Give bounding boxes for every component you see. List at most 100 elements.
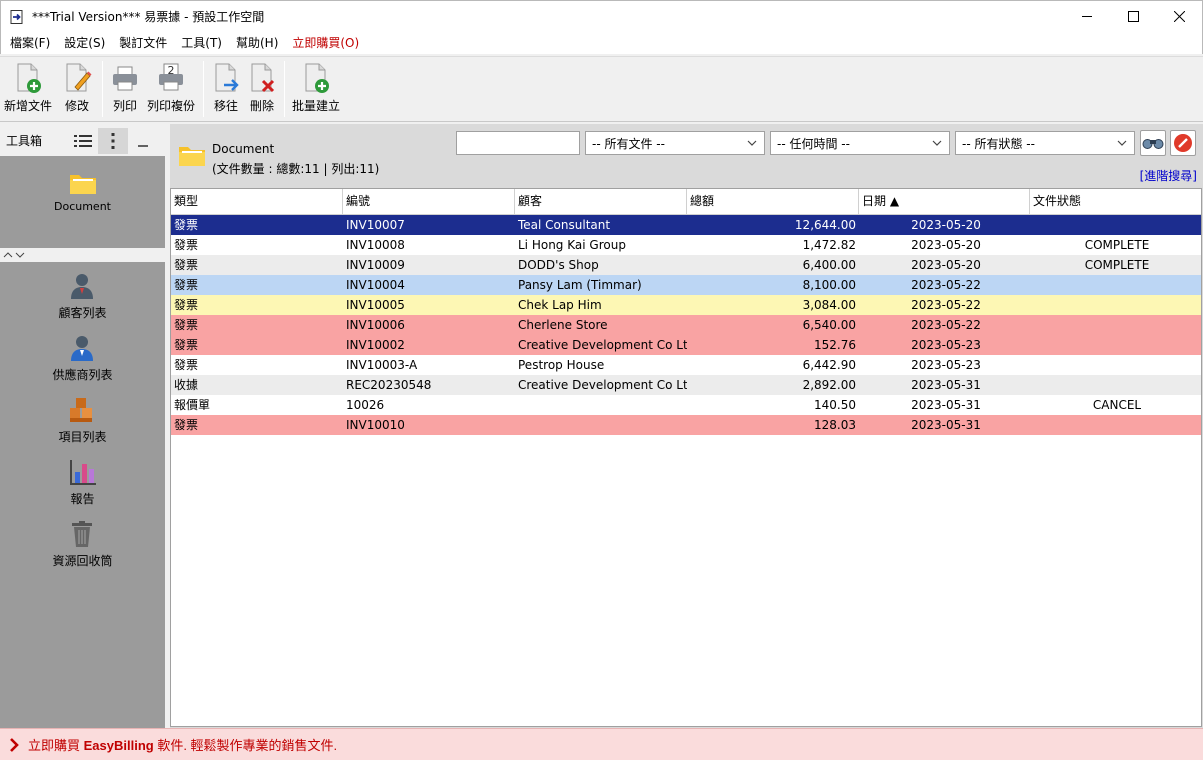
menu-tools[interactable]: 工具(T) xyxy=(175,32,228,54)
close-button[interactable] xyxy=(1156,1,1202,32)
cell-customer: Creative Development Co Ltd xyxy=(518,338,687,352)
list-view-button[interactable] xyxy=(68,128,98,154)
column-header-customer[interactable]: 顧客 xyxy=(515,189,687,214)
cell-date: 2023-05-20 xyxy=(911,238,981,252)
document-type-filter[interactable]: -- 所有文件 -- xyxy=(585,131,765,155)
menu-create-document[interactable]: 製訂文件 xyxy=(113,32,173,54)
cell-number: INV10006 xyxy=(346,318,405,332)
items-icon xyxy=(70,398,93,422)
menu-settings[interactable]: 設定(S) xyxy=(58,32,111,54)
new-document-button[interactable]: 新增文件 xyxy=(0,57,56,119)
cell-date: 2023-05-31 xyxy=(911,398,981,412)
toolbox-item-customers[interactable]: 顧客列表 xyxy=(58,272,107,334)
list-view-icon xyxy=(74,135,92,147)
cell-date: 2023-05-31 xyxy=(911,378,981,392)
cell-type: 發票 xyxy=(174,258,199,272)
cell-status xyxy=(1030,355,1201,375)
table-row[interactable]: 報價單 10026 140.50 2023-05-31 CANCEL xyxy=(171,395,1201,415)
maximize-button[interactable] xyxy=(1110,1,1156,32)
delete-button[interactable]: 刪除 xyxy=(244,57,280,119)
menu-buy-now[interactable]: 立即購買(O) xyxy=(286,32,365,54)
app-icon xyxy=(10,9,23,24)
time-filter-value: -- 任何時間 -- xyxy=(777,136,850,151)
status-filter[interactable]: -- 所有狀態 -- xyxy=(955,131,1135,155)
cell-total: 6,442.90 xyxy=(802,358,856,372)
print-copies-label: 列印複份 xyxy=(146,99,195,113)
move-icon xyxy=(215,63,239,92)
move-label: 移往 xyxy=(213,99,238,113)
table-row[interactable]: 發票 INV10003-A Pestrop House 6,442.90 2023-05… xyxy=(171,355,1201,375)
minimize-button[interactable] xyxy=(1064,1,1110,32)
cell-customer: Chek Lap Him xyxy=(518,298,602,312)
table-row[interactable]: 發票 INV10009 DODD's Shop 6,400.00 2023-05-20 C… xyxy=(171,255,1201,275)
cell-customer: Creative Development Co Ltd xyxy=(518,378,687,392)
move-button[interactable]: 移往 xyxy=(208,57,244,119)
advanced-search-link[interactable]: [進階搜尋] xyxy=(1140,167,1197,184)
menu-file[interactable]: 檔案(F) xyxy=(4,32,56,54)
pane-splitter[interactable] xyxy=(0,248,165,262)
cell-type: 收據 xyxy=(174,378,199,392)
cell-total: 6,540.00 xyxy=(802,318,856,332)
print-button[interactable]: 列印 xyxy=(107,57,143,119)
status-filter-value: -- 所有狀態 -- xyxy=(962,136,1035,151)
toolbox-item-items[interactable]: 項目列表 xyxy=(58,396,107,458)
toolbox-item-label: 項目列表 xyxy=(58,430,107,444)
edit-label: 修改 xyxy=(64,99,89,113)
minimize-pane-button[interactable] xyxy=(128,128,158,154)
chevron-right-icon xyxy=(10,737,19,752)
column-header-type[interactable]: 類型 xyxy=(171,189,343,214)
cell-total: 8,100.00 xyxy=(802,278,856,292)
column-header-status[interactable]: 文件狀態 xyxy=(1030,189,1201,214)
toolbox-item-reports[interactable]: 報告 xyxy=(69,458,97,520)
table-row[interactable]: 發票 INV10007 Teal Consultant 12,644.00 2023-0… xyxy=(171,215,1201,235)
vertical-dots-icon xyxy=(111,133,115,149)
cell-date: 2023-05-22 xyxy=(911,318,981,332)
batch-create-label: 批量建立 xyxy=(291,99,340,113)
time-filter[interactable]: -- 任何時間 -- xyxy=(770,131,950,155)
toolbox-item-suppliers[interactable]: 供應商列表 xyxy=(52,334,113,396)
clear-filter-button[interactable] xyxy=(1170,130,1196,156)
cell-type: 發票 xyxy=(174,338,199,352)
cell-number: REC20230548 xyxy=(346,378,432,392)
recycle-bin-icon xyxy=(72,521,93,547)
column-header-total[interactable]: 總額 xyxy=(687,189,859,214)
cell-number: INV10009 xyxy=(346,258,405,272)
table-row[interactable]: 發票 INV10008 Li Hong Kai Group 1,472.82 2023-… xyxy=(171,235,1201,255)
print-copies-button[interactable]: 2 列印複份 xyxy=(143,57,199,119)
menu-help[interactable]: 幫助(H) xyxy=(230,32,284,54)
table-row[interactable]: 收據 REC20230548 Creative Development Co Ltd… xyxy=(171,375,1201,395)
toolbox-item-recycle-bin[interactable]: 資源回收筒 xyxy=(52,520,113,582)
search-button[interactable] xyxy=(1140,130,1166,156)
table-row[interactable]: 發票 INV10004 Pansy Lam (Timmar) 8,100.00 2023… xyxy=(171,275,1201,295)
table-row[interactable]: 發票 INV10002 Creative Development Co Ltd 152… xyxy=(171,335,1201,355)
cell-date: 2023-05-20 xyxy=(911,258,981,272)
icon-view-button[interactable] xyxy=(98,128,128,154)
cell-customer: Cherlene Store xyxy=(518,318,608,332)
document-header: Document (文件數量 : 總數:11 | 列出:11) -- 所有文件 … xyxy=(170,124,1203,184)
batch-create-icon xyxy=(305,63,329,93)
table-row[interactable]: 發票 INV10010 128.03 2023-05-31 xyxy=(171,415,1201,435)
batch-create-button[interactable]: 批量建立 xyxy=(289,57,343,119)
toolbox-header: 工具箱 xyxy=(0,124,165,156)
print-label: 列印 xyxy=(112,99,137,113)
toolbox-item-document[interactable]: Document xyxy=(54,170,111,213)
toolbar: 新增文件 修改 列印 2 列印複份 移往 刪除 批量建立 xyxy=(0,56,1203,122)
table-header: 類型 編號 顧客 總額 日期 ▲ 文件狀態 xyxy=(171,189,1201,215)
cell-status xyxy=(1030,375,1201,395)
delete-icon xyxy=(251,63,275,93)
cell-status: CANCEL xyxy=(1092,398,1142,412)
table-row[interactable]: 發票 INV10006 Cherlene Store 6,540.00 2023-05-… xyxy=(171,315,1201,335)
column-header-date[interactable]: 日期 ▲ xyxy=(859,189,1030,214)
minimize-pane-icon xyxy=(138,145,148,147)
edit-button[interactable]: 修改 xyxy=(56,57,98,119)
promo-status-bar[interactable]: 立即購買 EasyBilling 軟件. 輕鬆製作專業的銷售文件. xyxy=(0,728,1203,760)
table-body: 發票 INV10007 Teal Consultant 12,644.00 2023-0… xyxy=(171,215,1201,435)
table-row[interactable]: 發票 INV10005 Chek Lap Him 3,084.00 2023-05-22 xyxy=(171,295,1201,315)
column-header-number[interactable]: 編號 xyxy=(343,189,515,214)
clear-filter-icon xyxy=(1174,134,1192,152)
menu-bar: 檔案(F) 設定(S) 製訂文件 工具(T) 幫助(H) 立即購買(O) xyxy=(0,32,1203,54)
cell-customer: Pestrop House xyxy=(518,358,605,372)
search-input[interactable] xyxy=(456,131,580,155)
chevron-up-down-icon xyxy=(3,252,25,258)
promo-message: 立即購買 EasyBilling 軟件. 輕鬆製作專業的銷售文件. xyxy=(28,735,337,754)
